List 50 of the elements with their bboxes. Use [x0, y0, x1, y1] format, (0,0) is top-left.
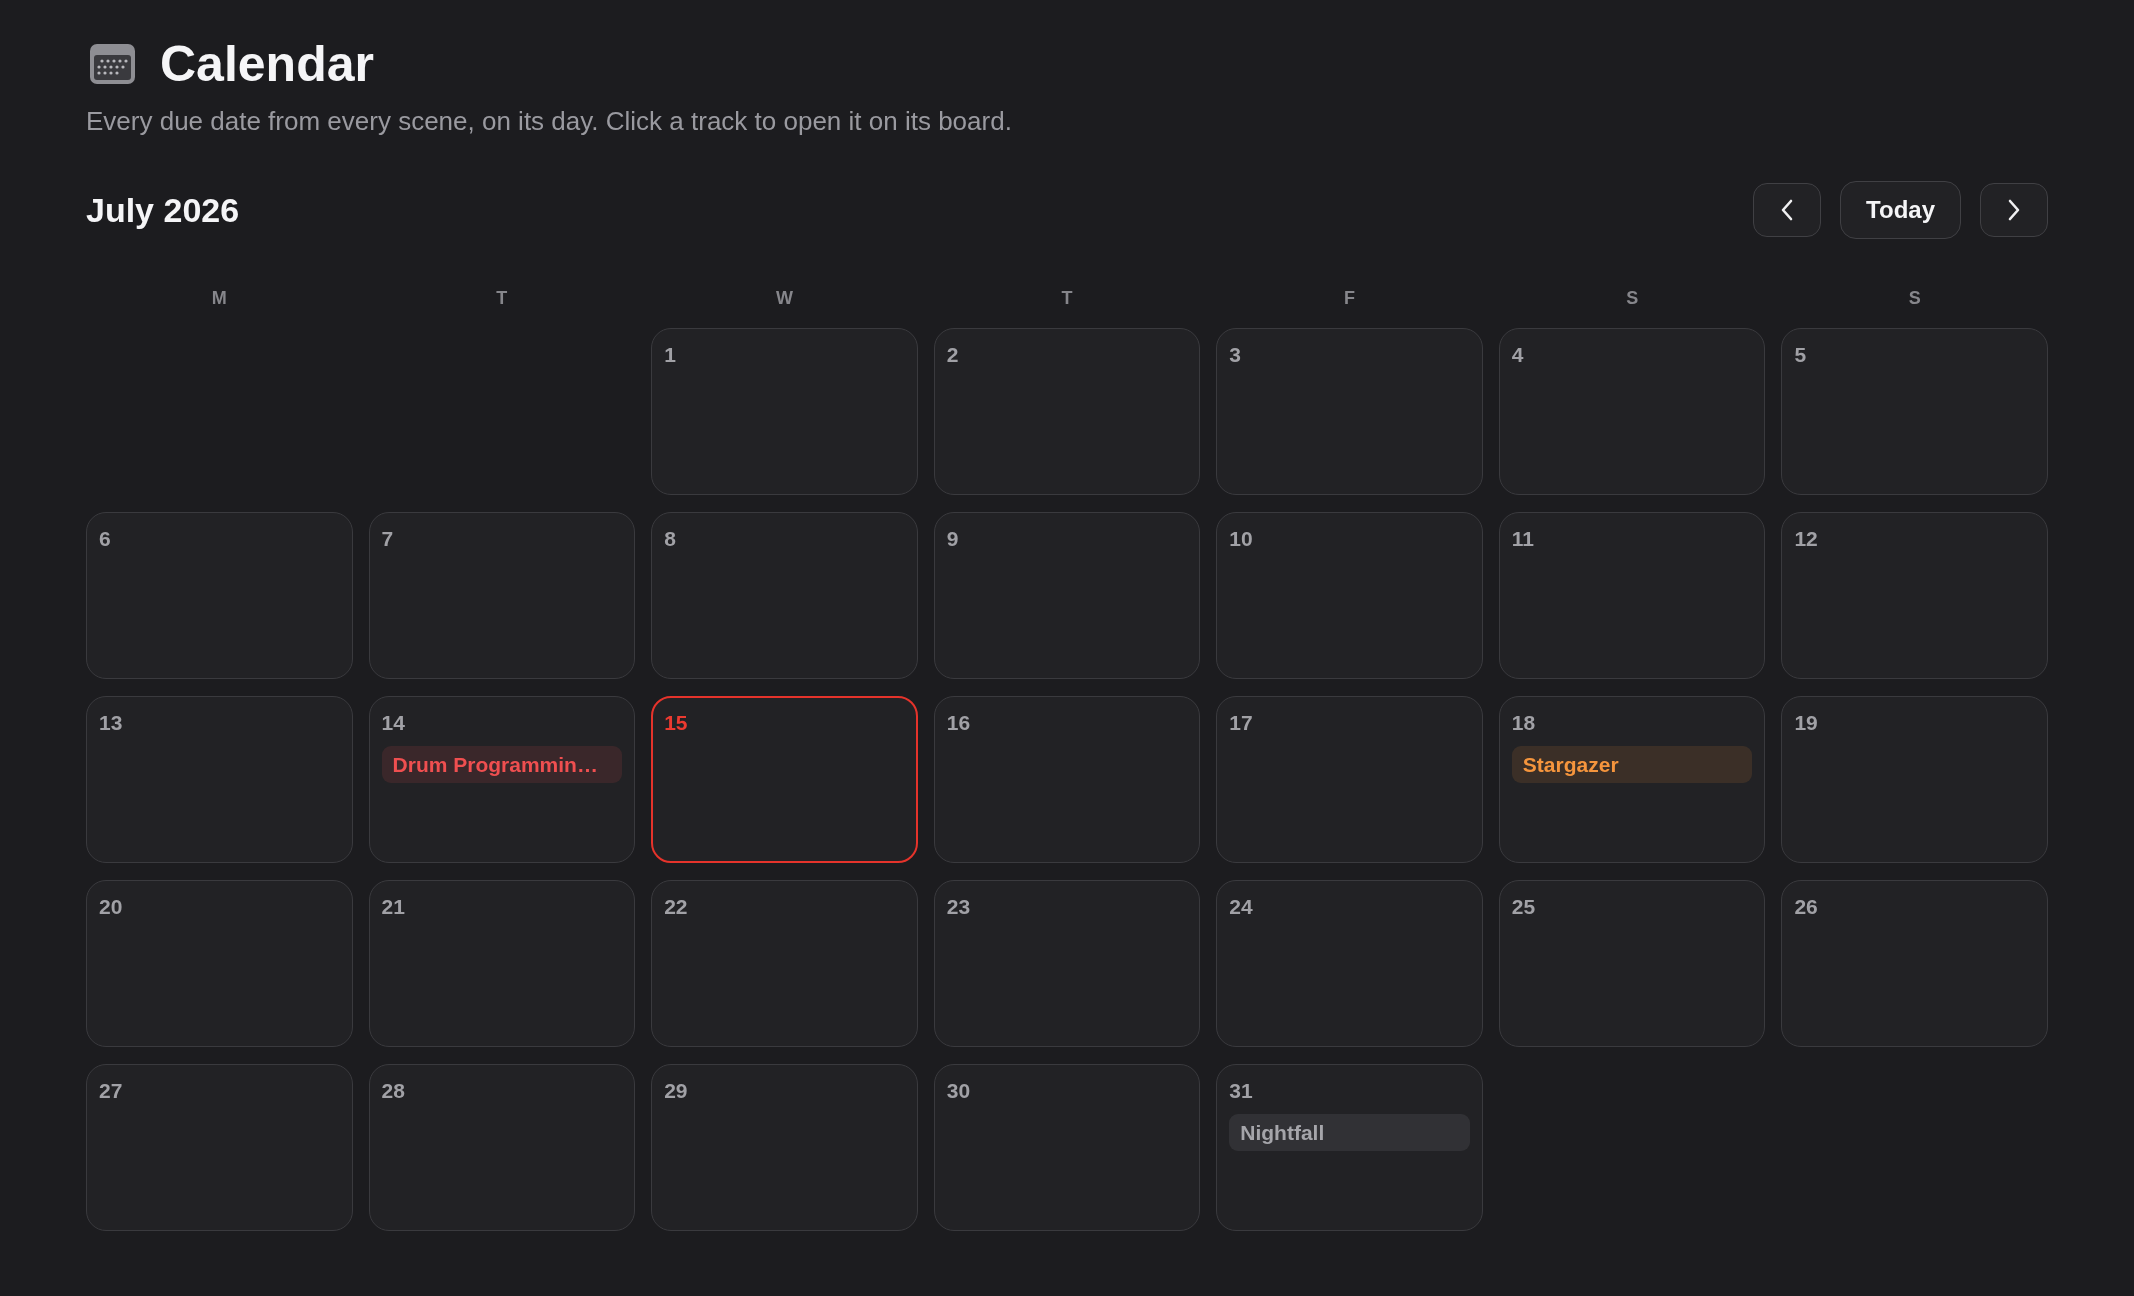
- day-number: 21: [381, 895, 405, 919]
- day-number: 1: [664, 343, 676, 367]
- event-chip[interactable]: Drum Programmin…: [381, 746, 623, 783]
- day-number: 16: [946, 711, 971, 735]
- weekday-label: S: [1908, 287, 1921, 310]
- day-number: 25: [1511, 895, 1536, 919]
- weekday-label: T: [496, 287, 508, 310]
- day-number: 11: [1511, 527, 1535, 551]
- day-number: 14: [381, 711, 405, 735]
- previous-month-button[interactable]: [1753, 183, 1822, 237]
- weekday-label: S: [1626, 287, 1639, 310]
- day-number: 15: [664, 711, 688, 735]
- day-number: 27: [99, 1079, 123, 1103]
- day-number: 24: [1229, 895, 1253, 919]
- day-number: 6: [99, 527, 111, 551]
- day-number: 23: [946, 895, 971, 919]
- weekday-label: W: [775, 287, 793, 310]
- day-number: 13: [99, 711, 123, 735]
- chevron-left-icon: [1781, 199, 1794, 221]
- day-number: 28: [381, 1079, 405, 1103]
- day-number: 29: [664, 1079, 688, 1103]
- day-number: 8: [664, 527, 676, 551]
- day-number: 26: [1794, 895, 1818, 919]
- day-number: 7: [381, 527, 394, 551]
- day-number: 12: [1794, 527, 1818, 551]
- day-number: 9: [946, 527, 959, 551]
- day-number: 22: [664, 895, 688, 919]
- day-number: 4: [1511, 343, 1524, 367]
- day-number: 3: [1229, 343, 1241, 367]
- day-number: 10: [1229, 527, 1253, 551]
- day-number: 20: [99, 895, 123, 919]
- day-number: 2: [946, 343, 959, 367]
- next-month-button[interactable]: [1980, 183, 2048, 237]
- weekday-label: T: [1061, 287, 1073, 310]
- day-number: 31: [1229, 1079, 1253, 1103]
- day-number: 18: [1511, 711, 1536, 735]
- day-number: 30: [946, 1079, 971, 1103]
- weekday-label: F: [1344, 287, 1356, 310]
- day-number: 5: [1794, 343, 1807, 367]
- event-chip[interactable]: Stargazer: [1511, 746, 1753, 783]
- page-description: Every due date from every scene, on its day. Click a track to open it on its board.: [86, 105, 1012, 137]
- calendar-icon: [90, 44, 135, 84]
- weekday-label: M: [211, 287, 227, 310]
- today-button[interactable]: Today: [1840, 181, 1961, 239]
- month-title: July 2026: [86, 190, 240, 230]
- day-number: 19: [1794, 711, 1818, 735]
- chevron-right-icon: [2008, 199, 2020, 221]
- page-title: Calendar: [160, 36, 374, 92]
- event-chip[interactable]: Nightfall: [1229, 1114, 1470, 1151]
- day-number: 17: [1229, 711, 1253, 735]
